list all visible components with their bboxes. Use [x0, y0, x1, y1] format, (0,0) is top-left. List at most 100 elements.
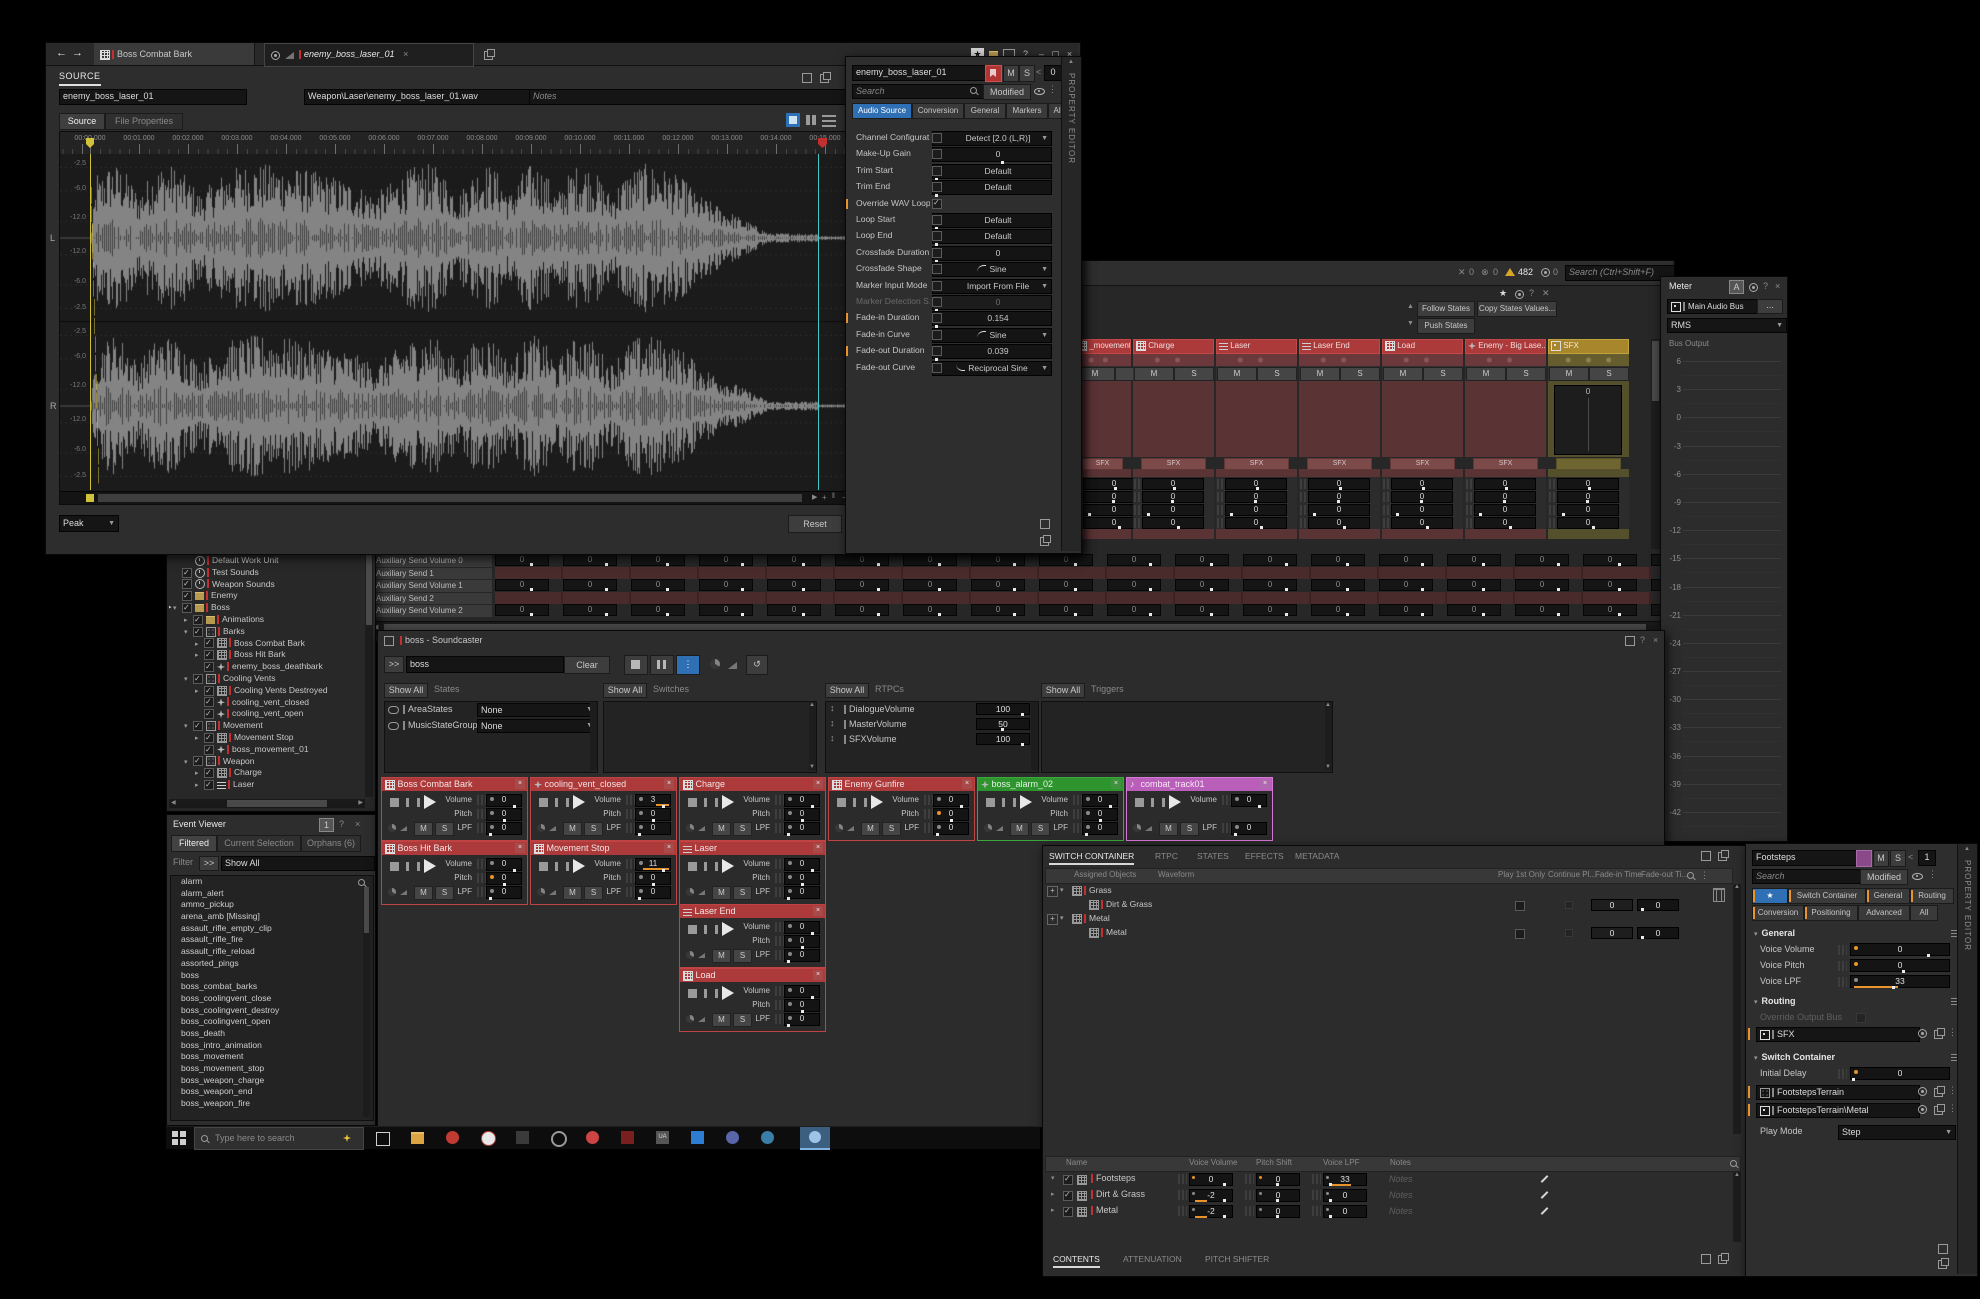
module-header[interactable]: cooling_vent_closed: [531, 778, 676, 791]
strip-lpf-value[interactable]: 0: [1474, 504, 1536, 516]
field-checkbox[interactable]: [932, 231, 942, 241]
aux-volume-cell[interactable]: 0: [1379, 579, 1433, 591]
module-header[interactable]: Boss Combat Bark: [382, 778, 527, 791]
copy-states-values-button[interactable]: Copy States Values...: [1477, 301, 1557, 317]
aux-volume-cell[interactable]: 0: [835, 554, 889, 566]
meter-bus-field[interactable]: Main Audio Bus: [1667, 299, 1759, 314]
module-pause-button[interactable]: [853, 798, 867, 807]
assigned-object-row[interactable]: + ▾ Metal: [1045, 912, 1731, 926]
zoom-in-icon[interactable]: +: [822, 493, 827, 502]
reset-button[interactable]: Reset: [788, 515, 842, 533]
expander-icon[interactable]: ▾: [1060, 884, 1064, 897]
module-header[interactable]: combat_track01: [1127, 778, 1272, 791]
module-stop-button[interactable]: [688, 925, 697, 934]
module-pause-button[interactable]: [1151, 798, 1165, 807]
module-header[interactable]: boss_alarm_02: [978, 778, 1123, 791]
module-play-button[interactable]: [573, 795, 585, 809]
field-checkbox[interactable]: [932, 281, 942, 291]
expander-icon[interactable]: ▾: [184, 627, 193, 638]
contents-row[interactable]: ▸ Metal -2 0 0 Notes: [1045, 1204, 1739, 1220]
field-checkbox[interactable]: [932, 215, 942, 225]
task-view-icon[interactable]: [376, 1132, 390, 1146]
end-marker[interactable]: [818, 138, 827, 148]
app-icon-ua[interactable]: UA: [656, 1131, 669, 1144]
expander-icon[interactable]: ▾: [173, 603, 182, 614]
module-header[interactable]: Laser End: [680, 905, 825, 918]
strip-fader-area[interactable]: [1465, 381, 1546, 457]
lpf-marker[interactable]: [489, 897, 492, 900]
module-mute-button[interactable]: M: [563, 822, 582, 836]
aux-volume-cell[interactable]: 0: [971, 554, 1025, 566]
strip-hpf-value[interactable]: 0: [1557, 517, 1619, 529]
file-explorer-icon[interactable]: [411, 1132, 424, 1144]
source-path-field[interactable]: Weapon\Laser\enemy_boss_laser_01.wav: [304, 89, 530, 105]
soundcaster-module[interactable]: Laser End × M S Volume 0: [679, 904, 826, 968]
float-panel-icon[interactable]: [820, 74, 829, 83]
field-value[interactable]: Sine▼: [932, 328, 1052, 343]
col-name[interactable]: Name: [1066, 1158, 1087, 1167]
doc-tab-inactive[interactable]: Boss Combat Bark: [94, 43, 255, 65]
strip-header[interactable]: SFX: [1548, 339, 1629, 354]
module-close-icon[interactable]: ×: [962, 779, 972, 789]
edit-notes-icon[interactable]: [1541, 1175, 1549, 1183]
aux-volume-cell[interactable]: 0: [1175, 554, 1229, 566]
include-checkbox[interactable]: [204, 745, 214, 755]
tab-states[interactable]: STATES: [1197, 851, 1229, 861]
object-color-button[interactable]: [1856, 850, 1872, 867]
strip-output-bus[interactable]: SFX: [1224, 458, 1289, 470]
project-tree-row[interactable]: enemy_boss_deathbark: [169, 661, 363, 673]
fade-out-line[interactable]: [818, 154, 819, 490]
aux-volume-cell[interactable]: 0: [563, 604, 617, 616]
module-pause-button[interactable]: [704, 925, 718, 934]
aux-volume-cell[interactable]: 0: [1039, 579, 1093, 591]
soundcaster-module[interactable]: Boss Hit Bark × M S Volume 0: [381, 841, 528, 905]
app-icon-red[interactable]: [446, 1131, 459, 1144]
aux-volume-cell[interactable]: 0: [563, 579, 617, 591]
aux-volume-cell[interactable]: 0: [767, 579, 821, 591]
strip-output-bus[interactable]: [1556, 458, 1621, 470]
project-hscrollbar[interactable]: ◀▶: [169, 799, 365, 808]
search-input[interactable]: Search: [1752, 869, 1864, 884]
aux-volume-cell[interactable]: 0: [1583, 554, 1637, 566]
event-list-item[interactable]: boss_coolingvent_open: [171, 1016, 373, 1028]
event-list-item[interactable]: boss_coolingvent_close: [171, 993, 373, 1005]
include-checkbox[interactable]: [204, 650, 214, 660]
meter-automation-button[interactable]: A: [1729, 280, 1744, 294]
states-scroll-down[interactable]: ▼: [1407, 320, 1414, 327]
project-tree-row[interactable]: ▸Boss Combat Bark: [169, 638, 363, 650]
pick-icon[interactable]: [1918, 1029, 1927, 1038]
col-notes[interactable]: Notes: [1390, 1158, 1411, 1167]
aux-volume-cell[interactable]: 0: [1583, 604, 1637, 616]
event-list-item[interactable]: boss_movement: [171, 1051, 373, 1063]
module-close-icon[interactable]: ×: [813, 970, 823, 980]
lpf-marker[interactable]: [489, 833, 492, 836]
tab-advanced[interactable]: Advanced: [1858, 905, 1910, 921]
mixer-vscrollbar[interactable]: [1651, 339, 1660, 549]
default-switch-field[interactable]: FootstepsTerrain\Metal: [1756, 1103, 1920, 1118]
strip-output-bus[interactable]: SFX: [1082, 458, 1123, 470]
strip-hpf-value[interactable]: 0: [1142, 517, 1204, 529]
module-header[interactable]: Load: [680, 969, 825, 982]
states-scroll-up[interactable]: ▲: [1407, 303, 1414, 310]
module-stop-button[interactable]: [837, 798, 846, 807]
field-checkbox[interactable]: [932, 248, 942, 258]
selection-start-line[interactable]: [90, 154, 91, 490]
aux-volume-cell[interactable]: 0: [495, 554, 549, 566]
module-close-icon[interactable]: ×: [664, 843, 674, 853]
module-close-icon[interactable]: ×: [515, 779, 525, 789]
field-value[interactable]: Default: [932, 213, 1052, 228]
aux-volume-cell[interactable]: 0: [1379, 554, 1433, 566]
assigned-vscrollbar[interactable]: ▲: [1733, 884, 1741, 1134]
lpf-marker[interactable]: [638, 833, 641, 836]
strip-hpf-value[interactable]: 0: [1308, 517, 1370, 529]
tab-rtpc[interactable]: RTPC: [1155, 851, 1178, 861]
expander-icon[interactable]: ▸: [195, 650, 204, 661]
project-tree-row[interactable]: ▾Boss: [169, 602, 363, 614]
module-play-button[interactable]: [424, 795, 436, 809]
project-tree-row[interactable]: Weapon Sounds: [169, 579, 363, 591]
tab-all[interactable]: All: [1910, 905, 1938, 921]
contents-row[interactable]: ▾ Footsteps 0 0 33 Notes: [1045, 1172, 1739, 1188]
field-checkbox[interactable]: [932, 264, 942, 274]
strip-lpf-value[interactable]: 0: [1391, 504, 1453, 516]
zoom-pause-icon[interactable]: ‖: [832, 493, 835, 500]
